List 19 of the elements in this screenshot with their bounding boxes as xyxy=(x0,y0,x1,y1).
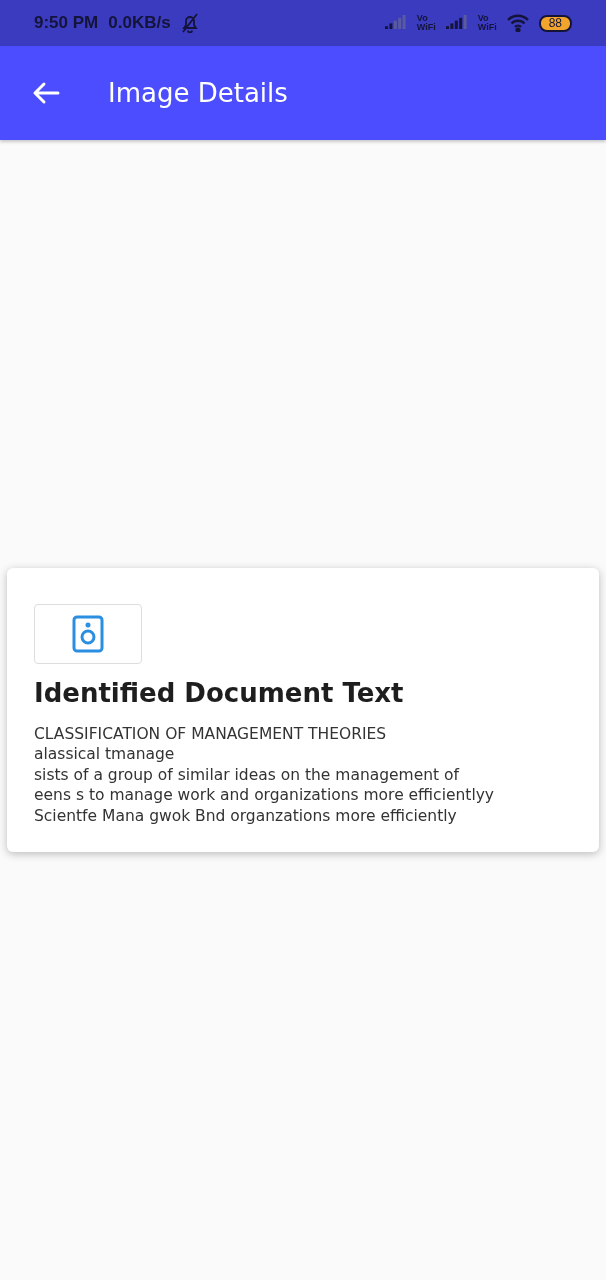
card-title: Identified Document Text xyxy=(34,677,405,708)
document-text-line: sists of a group of similar ideas on the management of xyxy=(34,764,461,786)
vowifi-label: Vo WiFi xyxy=(416,14,436,32)
wifi-icon xyxy=(506,14,529,32)
signal-icon xyxy=(384,15,407,31)
battery-indicator: 88 xyxy=(538,14,572,32)
document-text-line: alassical tmanage xyxy=(34,744,176,765)
status-time: 9:50 PM xyxy=(34,13,99,33)
back-arrow-icon xyxy=(32,81,60,105)
signal-icon xyxy=(445,15,468,31)
network-speed: 0.0KB/s xyxy=(108,13,171,33)
vowifi-label: Vo WiFi xyxy=(477,14,497,32)
document-text-line: CLASSIFICATION OF MANAGEMENT THEORIES xyxy=(34,723,388,745)
speaker-icon xyxy=(72,614,104,653)
back-button[interactable] xyxy=(32,81,60,105)
bell-off-icon xyxy=(180,13,199,33)
document-text-line: eens s to manage work and organizations more efficientlyy xyxy=(34,785,496,806)
screen-title: Image Details xyxy=(108,78,288,108)
document-text-line: Scientfe Mana gwok Bnd organzations more efficiently xyxy=(34,805,458,827)
